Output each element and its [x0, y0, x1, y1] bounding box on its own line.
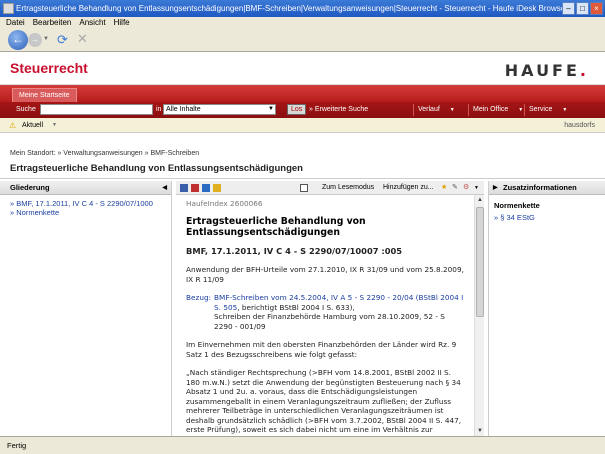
save-icon[interactable]	[202, 184, 210, 192]
tab-meine-startseite[interactable]: Meine Startseite	[12, 88, 77, 102]
normenkette-heading: Normenkette	[494, 201, 540, 210]
haufe-index: HaufeIndex 2600066	[186, 199, 263, 208]
search-label: Suche	[16, 106, 36, 113]
document-paragraph: Im Einvernehmen mit den obersten Finanzb…	[186, 340, 457, 359]
page-title: Ertragsteuerliche Behandlung von Entlass…	[10, 163, 303, 174]
collapse-right-icon[interactable]: ▶	[493, 181, 498, 195]
chevron-down-icon: ▼	[562, 107, 568, 113]
scroll-up-icon[interactable]: ▲	[476, 196, 484, 204]
zusatzinformationen-header[interactable]: ▶ Zusatzinformationen	[489, 181, 605, 195]
menu-bearbeiten[interactable]: Bearbeiten	[33, 17, 72, 28]
forward-icon[interactable]: →	[28, 33, 42, 47]
close-icon[interactable]: ×	[590, 2, 603, 15]
window-controls: – □ ×	[562, 2, 603, 15]
brand-header: Steuerrecht HAUFE.	[0, 53, 605, 85]
zusatzinformationen-panel: ▶ Zusatzinformationen Normenkette » § 34…	[488, 181, 605, 436]
tab-bar: Meine Startseite	[0, 85, 605, 102]
haufe-logo: HAUFE.	[504, 61, 589, 80]
brand-title: Steuerrecht	[10, 60, 88, 76]
outline-item-bmf[interactable]: » BMF, 17.1.2011, IV C 4 - S 2290/07/100…	[10, 199, 171, 208]
document-toolbar: Zum Lesemodus Hinzufügen zu... ★ ✎ ⚙ ▼	[176, 181, 484, 195]
outline-tree: » BMF, 17.1.2011, IV C 4 - S 2290/07/100…	[0, 195, 171, 217]
breadcrumb: Mein Standort: » Verwaltungsanweisungen …	[10, 150, 200, 157]
aktuell-menu[interactable]: Aktuell	[22, 118, 43, 133]
document-scrollbar[interactable]: ▲ ▼	[474, 195, 484, 436]
reload-icon[interactable]: ⟳	[57, 32, 68, 48]
pdf-icon[interactable]	[191, 184, 199, 192]
email-icon[interactable]	[213, 184, 221, 192]
print-icon[interactable]	[180, 184, 188, 192]
window-titlebar: Ertragsteuerliche Behandlung von Entlass…	[0, 0, 605, 17]
favorite-star-icon[interactable]: ★	[441, 181, 447, 195]
collapse-left-icon[interactable]: ◀	[162, 181, 167, 195]
navigation-toolbar: ← → ▼ ⟳ ✕	[0, 28, 605, 52]
chevron-down-icon[interactable]: ▼	[52, 118, 57, 133]
reading-mode-icon[interactable]	[300, 184, 308, 192]
document-reference: BMF, 17.1.2011, IV C 4 - S 2290/07/10007…	[186, 245, 403, 256]
status-bar: Fertig	[0, 436, 605, 454]
chevron-down-icon: ▼	[449, 107, 455, 113]
add-to-menu[interactable]: Hinzufügen zu...	[383, 181, 434, 195]
bezug-block: Bezug: BMF-Schreiben vom 24.5.2004, IV A…	[186, 293, 464, 331]
divider	[0, 178, 605, 179]
chevron-down-icon: ▼	[518, 107, 524, 113]
scroll-down-icon[interactable]: ▼	[476, 427, 484, 435]
menu-mein-office[interactable]: Mein Office ▼	[468, 104, 523, 116]
search-bar: Suche in Alle Inhalte ▼ Los » Erweiterte …	[0, 102, 605, 118]
info-bar: ⚠ Aktuell ▼ hausdorfs	[0, 118, 605, 133]
back-icon[interactable]: ←	[8, 30, 28, 50]
minimize-icon[interactable]: –	[562, 2, 575, 15]
search-go-button[interactable]: Los	[287, 104, 307, 115]
warning-icon: ⚠	[9, 121, 17, 130]
search-scope-select[interactable]: Alle Inhalte ▼	[163, 104, 276, 115]
chevron-down-icon: ▼	[268, 106, 274, 112]
edit-icon[interactable]: ✎	[452, 181, 458, 195]
document-title: Ertragsteuerliche Behandlung von Entlass…	[186, 215, 366, 238]
stop-icon[interactable]: ✕	[77, 31, 88, 47]
search-input[interactable]	[40, 104, 153, 115]
user-name: hausdorfs	[564, 122, 595, 129]
scroll-thumb[interactable]	[476, 207, 484, 317]
norm-link-estg[interactable]: » § 34 EStG	[489, 210, 605, 222]
document-paragraph: „Nach ständiger Rechtsprechung (>BFH vom…	[186, 368, 462, 436]
search-in-label: in	[156, 106, 162, 113]
menu-hilfe[interactable]: Hilfe	[114, 17, 130, 28]
lesemodus-link[interactable]: Zum Lesemodus	[322, 181, 374, 195]
document-paragraph: Anwendung der BFH-Urteile vom 27.1.2010,…	[186, 265, 464, 284]
app-icon	[3, 3, 14, 14]
menubar: Datei Bearbeiten Ansicht Hilfe	[0, 17, 605, 28]
advanced-search-link[interactable]: » Erweiterte Suche	[309, 104, 368, 116]
outline-item-normenkette[interactable]: » Normenkette	[10, 208, 171, 217]
chevron-down-icon[interactable]: ▼	[474, 181, 479, 195]
window-title: Ertragsteuerliche Behandlung von Entlass…	[16, 4, 568, 13]
gliederung-header[interactable]: Gliederung ◀	[0, 181, 171, 195]
zusatzinformationen-title: Zusatzinformationen	[503, 183, 577, 192]
gliederung-title: Gliederung	[10, 183, 50, 192]
history-dropdown-icon[interactable]: ▼	[43, 36, 49, 42]
menu-verlauf[interactable]: Verlauf ▼	[413, 104, 455, 116]
bezug-label: Bezug:	[186, 293, 212, 302]
status-text: Fertig	[7, 441, 27, 450]
menu-ansicht[interactable]: Ansicht	[79, 17, 105, 28]
bezug-text: BMF-Schreiben vom 24.5.2004, IV A 5 - S …	[214, 293, 464, 331]
menu-datei[interactable]: Datei	[6, 17, 25, 28]
maximize-icon[interactable]: □	[576, 2, 589, 15]
document-content: HaufeIndex 2600066 Ertragsteuerliche Beh…	[176, 195, 474, 436]
menu-service[interactable]: Service ▼	[524, 104, 567, 116]
settings-icon[interactable]: ⚙	[463, 181, 469, 195]
gliederung-panel: Gliederung ◀ » BMF, 17.1.2011, IV C 4 - …	[0, 181, 172, 436]
